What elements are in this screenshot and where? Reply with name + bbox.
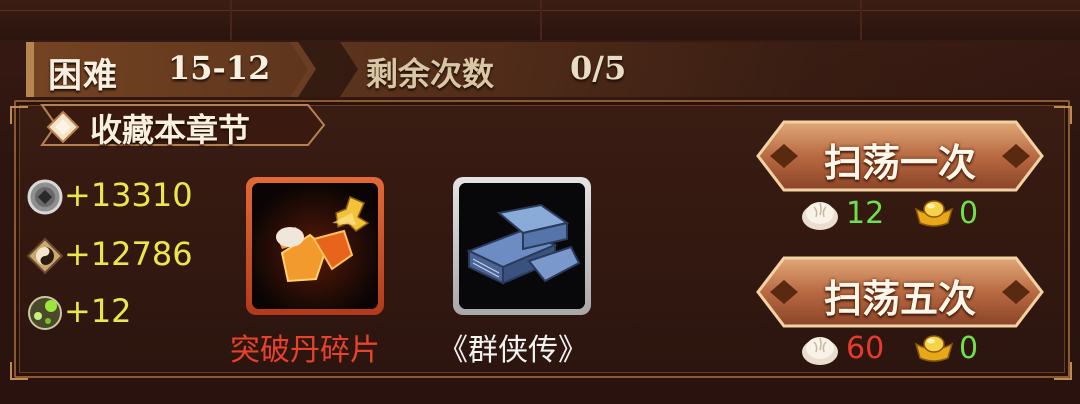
panel-corner-ornament: [1054, 106, 1072, 124]
item-slot-book[interactable]: [453, 177, 591, 315]
yin-yang-icon: [26, 237, 64, 275]
sweep-five-button[interactable]: 扫荡五次: [754, 254, 1046, 330]
gold-ingot-icon: [914, 200, 954, 227]
gold-ingot-icon: [914, 335, 954, 362]
skill-orb-icon: [28, 296, 62, 330]
sweep-once-stamina-cost: 12: [846, 196, 885, 231]
sweep-once-label: 扫荡一次: [823, 140, 976, 185]
section-title: 收藏本章节: [90, 111, 251, 149]
sweep-five-stamina-cost: 60: [846, 331, 885, 366]
sweep-five-label: 扫荡五次: [823, 276, 976, 321]
top-decor-strip: [0, 0, 1080, 40]
item-name: 《群侠传》: [438, 333, 588, 368]
item-slot-breakthrough[interactable]: [246, 177, 384, 315]
sweep-once-gold-cost: 0: [959, 196, 979, 231]
item-name: 突破丹碎片: [230, 333, 380, 368]
header-divider-chevron: [290, 42, 358, 97]
steamed-bun-icon: [802, 202, 838, 230]
stage-number: 15-12: [168, 49, 271, 87]
panel-corner-ornament: [10, 106, 28, 124]
reward-value: +12786: [64, 235, 193, 273]
remaining-attempts-label: 剩余次数: [366, 55, 495, 93]
remaining-attempts-value: 0/5: [570, 49, 627, 87]
silver-coin-icon: [27, 179, 63, 215]
breakthrough-pill-fragment-icon: [252, 183, 378, 309]
sweep-once-button[interactable]: 扫荡一次: [754, 118, 1046, 194]
steamed-bun-icon: [802, 337, 838, 365]
reward-value: +12: [64, 292, 132, 330]
sweep-five-gold-cost: 0: [959, 331, 979, 366]
diamond-icon: [46, 110, 80, 144]
reward-value: +13310: [64, 176, 193, 214]
book-stack-icon: [459, 183, 585, 309]
panel-corner-ornament: [10, 362, 28, 380]
difficulty-label: 困难: [48, 56, 118, 96]
panel-corner-ornament: [1054, 362, 1072, 380]
